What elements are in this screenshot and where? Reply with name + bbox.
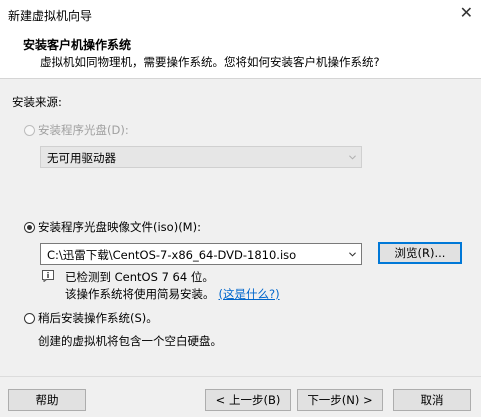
close-icon[interactable]: ✕	[460, 3, 473, 22]
whats-this-link[interactable]: (这是什么?)	[219, 287, 280, 301]
disc-option-label: 安装程序光盘(D):	[38, 123, 129, 137]
disc-drive-value: 无可用驱动器	[47, 151, 116, 165]
title-bar: 新建虚拟机向导 ✕	[0, 0, 481, 30]
next-button[interactable]: 下一步(N) >	[297, 389, 383, 411]
install-source-label: 安装来源:	[12, 95, 62, 109]
iso-option-radio[interactable]	[24, 222, 35, 233]
chevron-down-icon[interactable]	[349, 251, 356, 258]
help-button[interactable]: 帮助	[8, 389, 86, 411]
page-subtitle: 虚拟机如同物理机，需要操作系统。您将如何安装客户机操作系统?	[40, 55, 380, 69]
chevron-down-icon	[349, 155, 356, 160]
cancel-button[interactable]: 取消	[393, 389, 471, 411]
later-option-label: 稍后安装操作系统(S)。	[38, 311, 158, 325]
detect-message: 已检测到 CentOS 7 64 位。	[65, 270, 214, 284]
disc-drive-select[interactable]: 无可用驱动器	[40, 146, 362, 168]
iso-path-value: C:\迅雷下载\CentOS-7-x86_64-DVD-1810.iso	[47, 248, 297, 262]
browse-button[interactable]: 浏览(R)...	[378, 242, 462, 264]
later-description: 创建的虚拟机将包含一个空白硬盘。	[38, 334, 222, 348]
easy-install-line: 该操作系统将使用简易安装。 (这是什么?)	[65, 286, 280, 302]
wizard-header: 安装客户机操作系统 虚拟机如同物理机，需要操作系统。您将如何安装客户机操作系统?	[0, 30, 481, 79]
footer-divider	[0, 376, 481, 377]
later-option-radio[interactable]	[24, 313, 35, 324]
info-icon	[42, 270, 54, 282]
window-title: 新建虚拟机向导	[8, 9, 93, 23]
back-button[interactable]: < 上一步(B)	[205, 389, 291, 411]
page-title: 安装客户机操作系统	[23, 38, 132, 52]
iso-path-input[interactable]: C:\迅雷下载\CentOS-7-x86_64-DVD-1810.iso	[40, 243, 362, 265]
iso-option-label: 安装程序光盘映像文件(iso)(M):	[38, 220, 201, 234]
disc-option-radio[interactable]	[24, 125, 35, 136]
easy-install-message: 该操作系统将使用简易安装。	[65, 287, 215, 301]
